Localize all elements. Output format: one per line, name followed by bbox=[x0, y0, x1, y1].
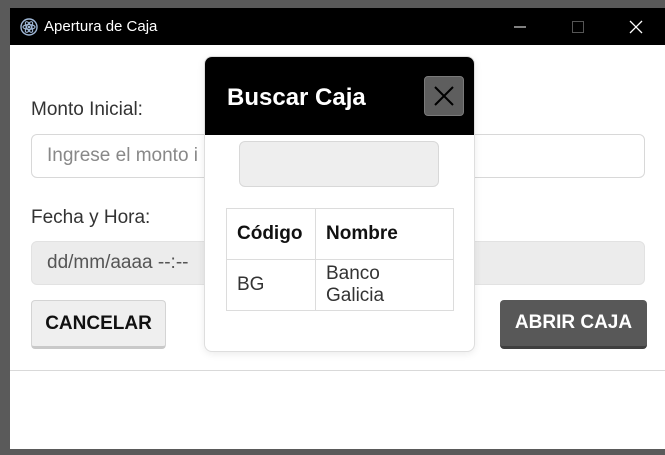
maximize-icon bbox=[572, 20, 584, 33]
minimize-icon bbox=[514, 26, 526, 27]
column-header-nombre: Nombre bbox=[315, 208, 454, 260]
close-icon bbox=[434, 86, 454, 106]
modal-header: Buscar Caja bbox=[205, 57, 474, 135]
close-icon bbox=[629, 20, 643, 33]
table-header-row: Código Nombre bbox=[226, 208, 454, 260]
fecha-value: dd/mm/aaaa --:-- bbox=[47, 252, 189, 273]
cell-codigo: BG bbox=[226, 259, 316, 311]
cancel-button[interactable]: CANCELAR bbox=[31, 300, 166, 349]
title-bar[interactable]: Apertura de Caja bbox=[10, 8, 665, 45]
table-row[interactable]: BG Banco Galicia bbox=[226, 259, 454, 311]
modal-close-button[interactable] bbox=[424, 76, 464, 116]
fecha-label: Fecha y Hora: bbox=[31, 207, 151, 228]
open-register-label: ABRIR CAJA bbox=[514, 312, 633, 333]
maximize-button[interactable] bbox=[550, 8, 606, 45]
app-logo-icon bbox=[20, 18, 38, 36]
search-register-modal: Buscar Caja Código Nombre BG Banco Galic… bbox=[204, 56, 475, 352]
open-register-button[interactable]: ABRIR CAJA bbox=[500, 300, 647, 349]
cancel-button-label: CANCELAR bbox=[45, 312, 152, 334]
results-table: Código Nombre BG Banco Galicia bbox=[226, 208, 454, 311]
monto-placeholder: Ingrese el monto i bbox=[47, 145, 199, 166]
window-title: Apertura de Caja bbox=[44, 18, 158, 35]
search-input[interactable] bbox=[239, 141, 439, 187]
column-header-codigo: Código bbox=[226, 208, 316, 260]
modal-title: Buscar Caja bbox=[227, 84, 366, 111]
monto-label: Monto Inicial: bbox=[31, 99, 143, 120]
minimize-button[interactable] bbox=[492, 8, 548, 45]
close-window-button[interactable] bbox=[608, 8, 664, 45]
cell-nombre: Banco Galicia bbox=[315, 259, 454, 311]
